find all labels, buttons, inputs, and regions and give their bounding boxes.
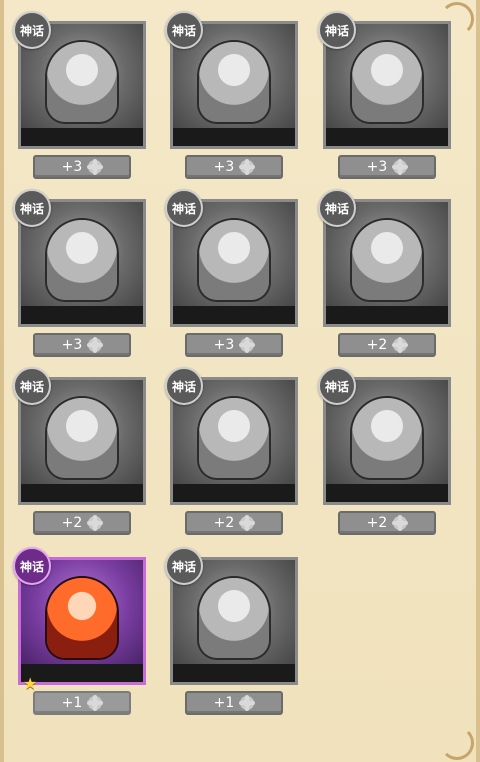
gear-icon [240, 160, 255, 174]
hero-card[interactable]: 神话 +2 [318, 367, 456, 535]
mythic-badge: 神话 [13, 547, 51, 585]
mythic-badge: 神话 [318, 11, 356, 49]
duplicate-counter: +3 [338, 155, 436, 179]
duplicate-counter: +2 [33, 511, 131, 535]
card-grid: 神话 +3 神话 +3 神话 +3 神话 +3 神话 +3 神话 +2 神话 +… [0, 0, 480, 762]
gear-icon [240, 696, 255, 710]
gear-icon [393, 160, 408, 174]
gear-icon [393, 516, 408, 530]
gear-icon [393, 338, 408, 352]
duplicate-count: +2 [61, 515, 83, 531]
hero-card[interactable]: 神话 +1 [165, 547, 303, 715]
mythic-badge: 神话 [165, 367, 203, 405]
duplicate-count: +2 [213, 515, 235, 531]
hero-card[interactable]: 神话 +2 [165, 367, 303, 535]
mythic-badge: 神话 [165, 11, 203, 49]
hero-card[interactable]: 神话 +3 [165, 189, 303, 357]
duplicate-counter: +3 [185, 155, 283, 179]
hero-card[interactable]: 神话 +3 [13, 189, 151, 357]
duplicate-count: +3 [61, 337, 83, 353]
hero-card[interactable]: 神话 +2 [318, 189, 456, 357]
hero-card[interactable]: 神话 +3 [165, 11, 303, 179]
mythic-badge: 神话 [318, 189, 356, 227]
gear-icon [88, 696, 103, 710]
mythic-badge: 神话 [165, 189, 203, 227]
gear-icon [240, 516, 255, 530]
duplicate-counter: +3 [33, 155, 131, 179]
duplicate-count: +3 [213, 159, 235, 175]
duplicate-count: +3 [213, 337, 235, 353]
gear-icon [240, 338, 255, 352]
duplicate-counter: +2 [338, 511, 436, 535]
duplicate-count: +1 [61, 695, 83, 711]
gear-icon [88, 516, 103, 530]
mythic-badge: 神话 [13, 11, 51, 49]
gear-icon [88, 160, 103, 174]
duplicate-counter: +2 [185, 511, 283, 535]
duplicate-count: +3 [61, 159, 83, 175]
duplicate-count: +2 [366, 515, 388, 531]
duplicate-count: +3 [366, 159, 388, 175]
duplicate-counter: +1 [33, 691, 131, 715]
duplicate-counter: +1 [185, 691, 283, 715]
mythic-badge: 神话 [165, 547, 203, 585]
mythic-badge: 神话 [318, 367, 356, 405]
hero-card[interactable]: 神话 +3 [318, 11, 456, 179]
duplicate-counter: +3 [185, 333, 283, 357]
duplicate-count: +1 [213, 695, 235, 711]
gear-icon [88, 338, 103, 352]
hero-card[interactable]: 神话 +2 [13, 367, 151, 535]
mythic-badge: 神话 [13, 367, 51, 405]
hero-card[interactable]: 神话 +3 [13, 11, 151, 179]
duplicate-counter: +2 [338, 333, 436, 357]
duplicate-counter: +3 [33, 333, 131, 357]
duplicate-count: +2 [366, 337, 388, 353]
mythic-badge: 神话 [13, 189, 51, 227]
hero-card-selected[interactable]: 神话 ★ +1 [13, 547, 151, 715]
